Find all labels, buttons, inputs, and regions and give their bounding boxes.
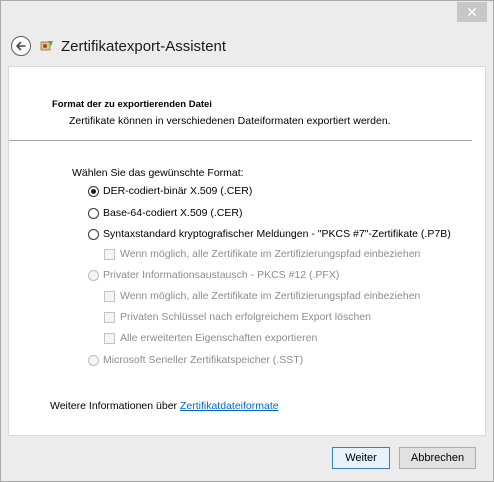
format-prompt: Wählen Sie das gewünschte Format: bbox=[72, 167, 244, 179]
close-button[interactable]: ✕ bbox=[457, 2, 487, 22]
radio-button-disabled[interactable] bbox=[88, 269, 99, 281]
checkbox[interactable] bbox=[104, 311, 115, 323]
back-button[interactable] bbox=[11, 36, 31, 56]
next-button[interactable]: Weiter bbox=[332, 447, 390, 469]
radio-sst[interactable]: Microsoft Serieller Zertifikatspeicher (… bbox=[88, 354, 303, 366]
radio-sst-label: Microsoft Serieller Zertifikatspeicher (… bbox=[103, 354, 304, 366]
checkbox-pfx-export-props[interactable]: Alle erweiterten Eigenschaften exportier… bbox=[104, 332, 317, 344]
radio-pfx[interactable]: Privater Informationsaustausch - PKCS #1… bbox=[88, 269, 339, 281]
certificate-icon bbox=[40, 41, 53, 51]
checkbox-pfx-delete-key[interactable]: Privaten Schlüssel nach erfolgreichem Ex… bbox=[104, 311, 371, 323]
radio-button-selected[interactable] bbox=[88, 185, 99, 197]
checkbox[interactable] bbox=[104, 332, 115, 344]
checkbox-pfx-delete-key-label: Privaten Schlüssel nach erfolgreichem Ex… bbox=[120, 311, 371, 323]
radio-pkcs7-label: Syntaxstandard kryptografischer Meldunge… bbox=[103, 228, 451, 240]
more-info-text: Weitere Informationen über bbox=[50, 400, 180, 412]
checkbox[interactable] bbox=[104, 290, 115, 302]
cancel-button[interactable]: Abbrechen bbox=[399, 447, 476, 469]
more-info: Weitere Informationen über Zertifikatdat… bbox=[50, 400, 279, 412]
checkbox-pfx-export-props-label: Alle erweiterten Eigenschaften exportier… bbox=[120, 332, 318, 344]
radio-der[interactable]: DER-codiert-binär X.509 (.CER) bbox=[88, 185, 252, 197]
radio-der-label: DER-codiert-binär X.509 (.CER) bbox=[103, 185, 253, 197]
radio-button[interactable] bbox=[88, 228, 99, 240]
radio-pkcs7[interactable]: Syntaxstandard kryptografischer Meldunge… bbox=[88, 228, 451, 240]
wizard-header: Zertifikatexport-Assistent bbox=[1, 29, 493, 63]
radio-button-disabled[interactable] bbox=[88, 354, 99, 366]
radio-base64-label: Base-64-codiert X.509 (.CER) bbox=[103, 207, 243, 219]
checkbox-pkcs7-include-chain[interactable]: Wenn möglich, alle Zertifikate im Zertif… bbox=[104, 248, 420, 260]
more-info-link[interactable]: Zertifikatdateiformate bbox=[180, 400, 279, 412]
wizard-window: ✕ Zertifikatexport-Assistent Format der … bbox=[0, 0, 494, 482]
radio-pfx-label: Privater Informationsaustausch - PKCS #1… bbox=[103, 269, 340, 281]
radio-button[interactable] bbox=[88, 207, 99, 219]
checkbox-pkcs7-include-chain-label: Wenn möglich, alle Zertifikate im Zertif… bbox=[120, 248, 421, 260]
checkbox-pfx-include-chain[interactable]: Wenn möglich, alle Zertifikate im Zertif… bbox=[104, 290, 420, 302]
content-panel: Format der zu exportierenden Datei Zerti… bbox=[8, 66, 486, 436]
arrow-left-icon bbox=[16, 41, 26, 51]
checkbox-pfx-include-chain-label: Wenn möglich, alle Zertifikate im Zertif… bbox=[120, 290, 421, 302]
checkbox[interactable] bbox=[104, 248, 115, 260]
divider bbox=[9, 140, 472, 141]
close-icon: ✕ bbox=[466, 4, 478, 20]
section-description: Zertifikate können in verschiedenen Date… bbox=[69, 115, 391, 127]
radio-base64[interactable]: Base-64-codiert X.509 (.CER) bbox=[88, 207, 242, 219]
section-title: Format der zu exportierenden Datei bbox=[52, 99, 212, 110]
wizard-title: Zertifikatexport-Assistent bbox=[61, 37, 227, 55]
